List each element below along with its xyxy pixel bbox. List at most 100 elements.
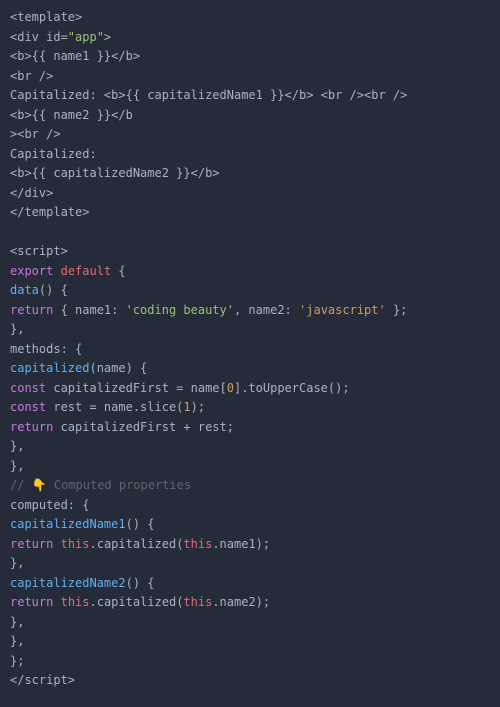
code-token: () { <box>126 517 155 531</box>
code-line: const rest = name.slice(1); <box>10 400 205 414</box>
code-token: .capitalized( <box>90 595 184 609</box>
code-token: 'javascript' <box>299 303 386 317</box>
code-token: }, <box>10 634 24 648</box>
code-token: this <box>61 595 90 609</box>
code-token: ipt> <box>46 673 75 687</box>
code-line: return this.capitalized(this.name2); <box>10 595 270 609</box>
code-token: return <box>10 303 53 317</box>
code-token: { name1: <box>53 303 125 317</box>
code-token: capitalizedName2 <box>10 576 126 590</box>
code-token: .name2); <box>212 595 270 609</box>
code-token: <b>{{ capitalizedName2 }}</b> <box>10 166 220 180</box>
code-token: <template> <box>10 10 82 24</box>
code-token: return <box>10 537 53 551</box>
code-token: ].toUpperCase(); <box>234 381 350 395</box>
code-token: }; <box>386 303 408 317</box>
code-token: }, <box>10 556 24 570</box>
code-line: // 👇 Computed properties <box>10 478 191 492</box>
code-block: <template> <div id="app"> <b>{{ name1 }}… <box>0 0 500 703</box>
code-token: const <box>10 381 46 395</box>
code-line: return { name1: 'coding beauty', name2: … <box>10 303 407 317</box>
code-token: capitalizedFirst = name[ <box>46 381 227 395</box>
code-line: <template> <box>10 10 82 24</box>
code-token: .name1); <box>212 537 270 551</box>
code-token: // 👇 Computed properties <box>10 478 191 492</box>
code-line: }, <box>10 322 24 336</box>
code-line: </script> <box>10 673 75 687</box>
code-line: Capitalized: <box>10 147 97 161</box>
code-token: <div id= <box>10 30 68 44</box>
code-token: Capitalized: <box>10 147 97 161</box>
code-token: return <box>10 420 53 434</box>
code-token: ); <box>191 400 205 414</box>
code-line: capitalized(name) { <box>10 361 147 375</box>
code-token: (name) { <box>89 361 147 375</box>
code-line: export default { <box>10 264 126 278</box>
code-token: <br /> <box>10 69 53 83</box>
code-token: , name2: <box>234 303 299 317</box>
code-token: </div> <box>10 186 53 200</box>
code-token: capitalized <box>10 361 89 375</box>
code-token: <b>{{ name2 }}</b <box>10 108 133 122</box>
code-line: const capitalizedFirst = name[0].toUpper… <box>10 381 350 395</box>
code-token: this <box>183 537 212 551</box>
code-token: { <box>111 264 125 278</box>
code-token: 0 <box>227 381 234 395</box>
code-token: }, <box>10 615 24 629</box>
code-line: <script> <box>10 244 68 258</box>
code-line: methods: { <box>10 342 82 356</box>
code-line: data() { <box>10 283 68 297</box>
code-token: ><br /> <box>10 127 61 141</box>
code-line: </template> <box>10 205 89 219</box>
code-line: }, <box>10 556 24 570</box>
code-token: }, <box>10 439 24 453</box>
code-token: }, <box>10 322 24 336</box>
code-line: Capitalized: <b>{{ capitalizedName1 }}</… <box>10 88 407 102</box>
code-token: computed: { <box>10 498 89 512</box>
code-token: this <box>183 595 212 609</box>
code-token: rest = name.slice( <box>46 400 183 414</box>
code-token: methods: { <box>10 342 82 356</box>
code-token: .capitalized( <box>90 537 184 551</box>
code-token: }; <box>10 654 24 668</box>
code-token: 1 <box>183 400 190 414</box>
code-line: capitalizedName2() { <box>10 576 155 590</box>
code-token: <script> <box>10 244 68 258</box>
code-line: }, <box>10 634 24 648</box>
code-line: <div id="app"> <box>10 30 111 44</box>
code-token: "app" <box>68 30 104 44</box>
code-line: ><br /> <box>10 127 61 141</box>
code-line: }, <box>10 439 24 453</box>
code-line: computed: { <box>10 498 89 512</box>
code-token: return <box>10 595 53 609</box>
code-token: </scr <box>10 673 46 687</box>
code-token: }, <box>10 459 24 473</box>
code-token: default <box>61 264 112 278</box>
code-line: <b>{{ capitalizedName2 }}</b> <box>10 166 220 180</box>
code-token: Capitalized: <b>{{ capitalizedName1 }}</… <box>10 88 407 102</box>
code-token: this <box>61 537 90 551</box>
code-token: () { <box>126 576 155 590</box>
code-token: > <box>104 30 111 44</box>
code-line: }, <box>10 459 24 473</box>
code-token: const <box>10 400 46 414</box>
code-line: }; <box>10 654 24 668</box>
code-token <box>53 595 60 609</box>
code-token <box>53 264 60 278</box>
code-token: capitalizedFirst + rest; <box>53 420 234 434</box>
code-token: capitalizedName1 <box>10 517 126 531</box>
code-token <box>53 537 60 551</box>
code-token: data <box>10 283 39 297</box>
code-line: }, <box>10 615 24 629</box>
code-token: () { <box>39 283 68 297</box>
code-token: 'coding beauty' <box>126 303 234 317</box>
code-line: return capitalizedFirst + rest; <box>10 420 234 434</box>
code-token: <b>{{ name1 }}</b> <box>10 49 140 63</box>
code-line: <br /> <box>10 69 53 83</box>
code-line: <b>{{ name2 }}</b <box>10 108 133 122</box>
code-line: </div> <box>10 186 53 200</box>
code-line: return this.capitalized(this.name1); <box>10 537 270 551</box>
code-line: capitalizedName1() { <box>10 517 155 531</box>
code-token: export <box>10 264 53 278</box>
code-line: <b>{{ name1 }}</b> <box>10 49 140 63</box>
